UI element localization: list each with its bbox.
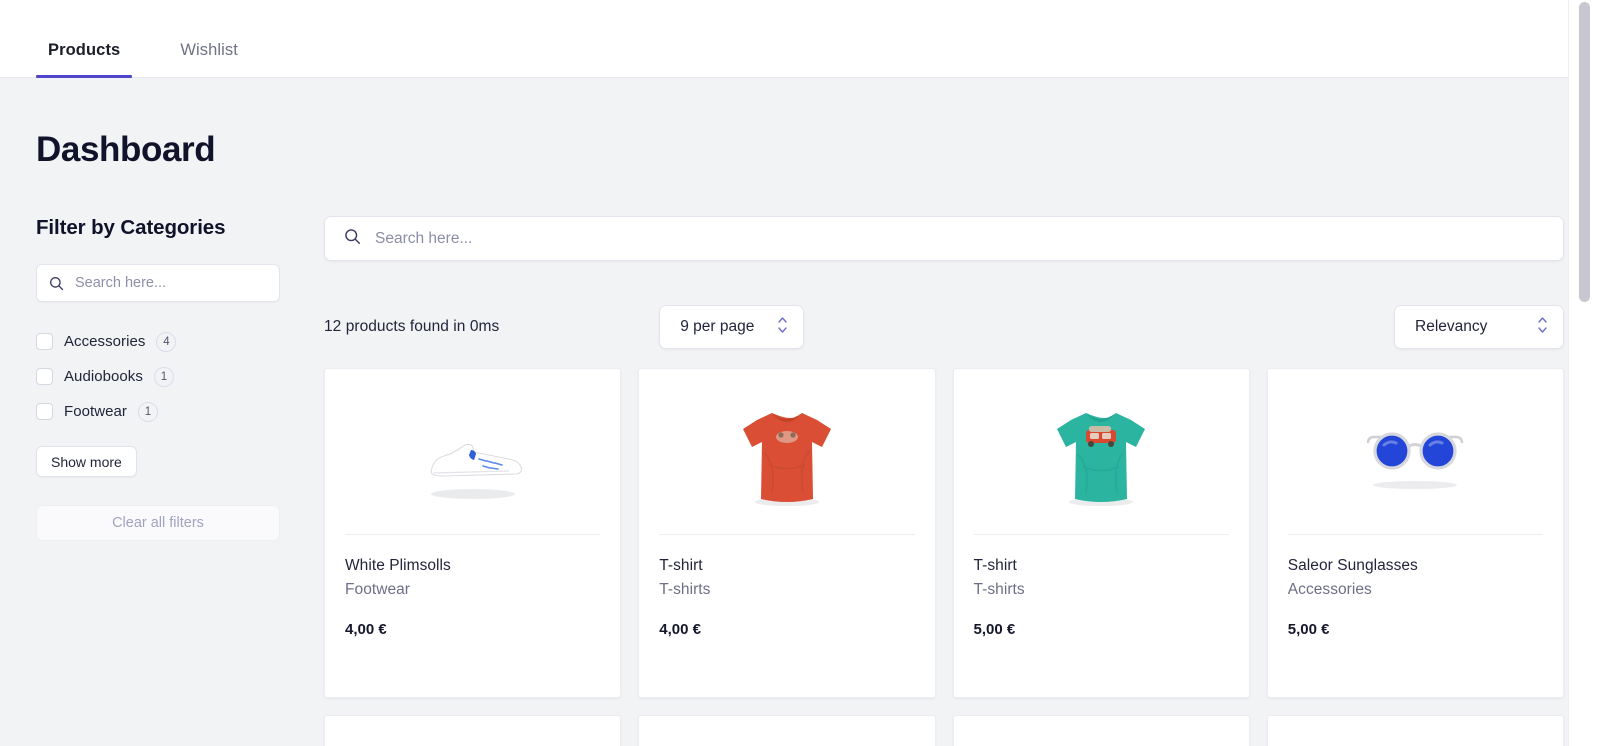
results-count-label: 12 products found in 0ms	[324, 318, 500, 335]
teal-tshirt-image	[973, 387, 1229, 535]
product-card[interactable]	[1266, 715, 1564, 746]
blue-sunglasses-image	[1287, 387, 1543, 535]
facet-audiobooks[interactable]: Audiobooks 1	[36, 359, 280, 394]
product-price: 4,00 €	[659, 621, 701, 638]
product-category: T-shirts	[973, 581, 1025, 598]
facet-accessories[interactable]: Accessories 4	[36, 324, 280, 359]
product-card[interactable]: T-shirt T-shirts 4,00 €	[638, 368, 936, 698]
product-price: 5,00 €	[973, 621, 1016, 638]
product-card[interactable]: White Plimsolls Footwear 4,00 €	[324, 368, 622, 698]
red-tshirt-image	[659, 387, 915, 535]
clear-all-filters-button[interactable]: Clear all filters	[36, 505, 280, 541]
product-category: Footwear	[345, 581, 411, 598]
product-card[interactable]: T-shirt T-shirts 5,00 €	[952, 368, 1250, 698]
page-container: Dashboard Filter by Categories Accessori…	[0, 130, 1600, 746]
tab-list: Products Wishlist	[36, 41, 286, 78]
per-page-select[interactable]: 9 per page	[659, 305, 805, 349]
product-price: 5,00 €	[1287, 621, 1330, 638]
product-search-box[interactable]	[324, 216, 1564, 261]
product-card[interactable]	[638, 715, 936, 746]
product-name: T-shirt	[973, 557, 1017, 574]
search-icon	[344, 228, 361, 250]
filter-sidebar-title: Filter by Categories	[36, 216, 226, 239]
category-search-box[interactable]	[36, 264, 280, 302]
facet-footwear[interactable]: Footwear 1	[36, 394, 280, 429]
product-name: Saleor Sunglasses	[1287, 557, 1418, 574]
content-layout: Filter by Categories Accessories 4	[36, 216, 1564, 746]
product-grid-next-row	[324, 715, 1564, 746]
page-scrollbar[interactable]	[1568, 0, 1600, 746]
show-more-button[interactable]: Show more	[36, 446, 137, 477]
product-name: White Plimsolls	[345, 557, 451, 574]
search-icon	[49, 276, 64, 291]
white-sneaker-image	[345, 387, 601, 535]
scrollbar-thumb[interactable]	[1579, 2, 1590, 302]
page-title: Dashboard	[36, 130, 216, 169]
product-name: T-shirt	[659, 557, 703, 574]
product-price: 4,00 €	[345, 621, 387, 638]
facet-checkbox[interactable]	[36, 333, 53, 350]
sort-value: Relevancy	[1415, 318, 1488, 335]
product-card[interactable]	[952, 715, 1250, 746]
category-search-input[interactable]	[75, 275, 267, 291]
facet-label: Accessories	[64, 333, 146, 350]
main-content: 12 products found in 0ms 9 per page Rele…	[324, 216, 1564, 746]
tab-wishlist[interactable]: Wishlist	[168, 41, 250, 77]
per-page-value: 9 per page	[680, 318, 755, 335]
filter-sidebar: Filter by Categories Accessories 4	[36, 216, 324, 541]
tab-products[interactable]: Products	[36, 41, 133, 78]
facet-label: Footwear	[64, 403, 127, 420]
product-search-input[interactable]	[375, 229, 1544, 248]
facet-count-badge: 1	[153, 366, 174, 387]
product-category: Accessories	[1287, 581, 1372, 598]
facet-label: Audiobooks	[64, 368, 143, 385]
product-category: T-shirts	[659, 581, 711, 598]
product-card[interactable]: Saleor Sunglasses Accessories 5,00 €	[1266, 368, 1564, 698]
results-toolbar: 12 products found in 0ms 9 per page Rele…	[324, 305, 1564, 349]
facet-checkbox[interactable]	[36, 368, 53, 385]
facet-checkbox[interactable]	[36, 403, 53, 420]
product-grid: White Plimsolls Footwear 4,00 € T-shirt …	[324, 368, 1564, 698]
category-facet-list: Accessories 4 Audiobooks 1 Footwear 1	[36, 324, 280, 429]
product-card[interactable]	[324, 715, 622, 746]
facet-count-badge: 4	[156, 331, 177, 352]
facet-count-badge: 1	[137, 401, 158, 422]
chevron-updown-icon[interactable]	[1536, 314, 1549, 341]
sort-select[interactable]: Relevancy	[1394, 305, 1564, 349]
top-navigation-bar: Products Wishlist	[0, 0, 1600, 78]
chevron-updown-icon[interactable]	[776, 314, 789, 341]
